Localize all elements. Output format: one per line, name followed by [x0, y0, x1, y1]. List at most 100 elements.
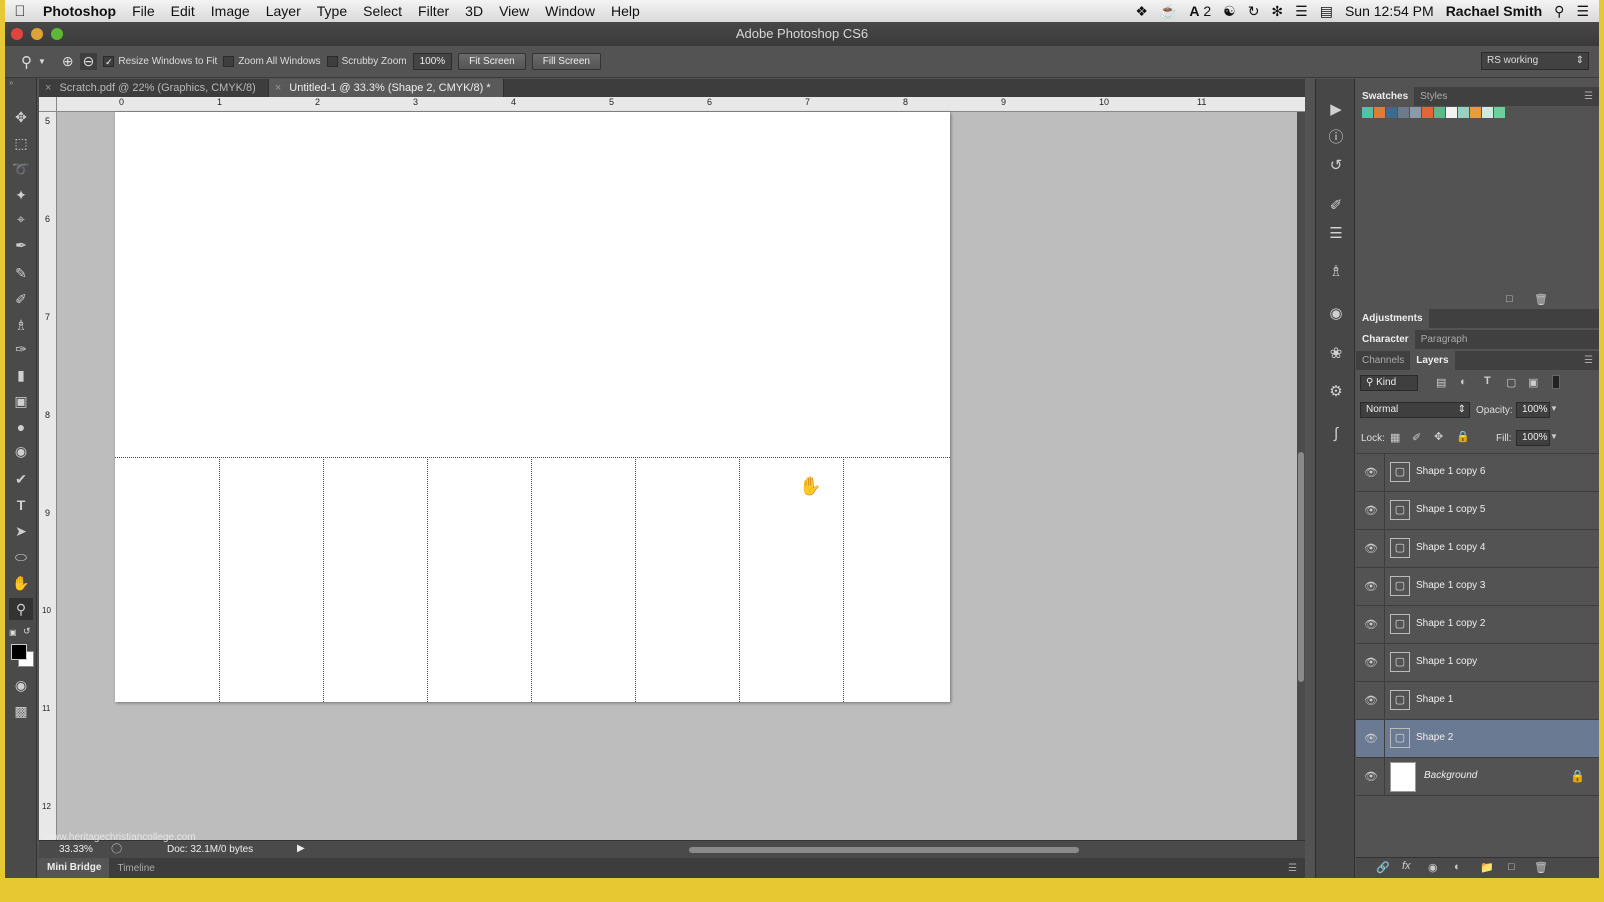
- dropbox-icon[interactable]: ❖: [1135, 3, 1148, 20]
- eyedropper-tool-icon[interactable]: ✒: [9, 234, 33, 256]
- bluetooth-icon[interactable]: ✻: [1271, 3, 1283, 20]
- tab-swatches[interactable]: Swatches: [1356, 87, 1415, 106]
- tool-presets-icon[interactable]: ⚙: [1324, 381, 1348, 403]
- gradient-tool-icon[interactable]: ▣: [9, 390, 33, 412]
- tab-timeline[interactable]: Timeline: [109, 863, 162, 874]
- layer-row[interactable]: 👁 ▢ Shape 1: [1356, 682, 1599, 720]
- layer-name[interactable]: Shape 2: [1416, 732, 1453, 743]
- zoom-in-icon[interactable]: ⊕: [62, 53, 74, 70]
- panel-menu-icon[interactable]: ☰: [1280, 863, 1305, 874]
- layer-name[interactable]: Shape 1 copy: [1416, 656, 1477, 667]
- menu-type[interactable]: Type: [309, 3, 355, 19]
- new-layer-icon[interactable]: □: [1508, 861, 1515, 873]
- collapse-toolbar-icon[interactable]: »: [9, 78, 13, 87]
- layer-row[interactable]: 👁 ▢ Shape 1 copy 6: [1356, 454, 1599, 492]
- visibility-eye-icon[interactable]: 👁: [1364, 580, 1378, 593]
- visibility-eye-icon[interactable]: 👁: [1364, 542, 1378, 555]
- filter-shape-icon[interactable]: ▢: [1506, 376, 1516, 389]
- tab-layers[interactable]: Layers: [1410, 351, 1455, 370]
- screen-mode-icon[interactable]: ▩: [9, 700, 33, 722]
- ellipse-tool-icon[interactable]: ⬭: [9, 546, 33, 568]
- user-name[interactable]: Rachael Smith: [1446, 3, 1542, 19]
- wifi-icon[interactable]: ☰: [1295, 3, 1308, 20]
- color-swatch[interactable]: [1458, 107, 1469, 118]
- fill-screen-button[interactable]: Fill Screen: [531, 53, 601, 70]
- lock-position-icon[interactable]: ✥: [1434, 430, 1443, 443]
- dodge-tool-icon[interactable]: ◉: [9, 440, 33, 462]
- fill-slider-icon[interactable]: ▼: [1550, 432, 1558, 441]
- scrubby-zoom-checkbox[interactable]: Scrubby Zoom: [326, 56, 407, 67]
- layer-name[interactable]: Shape 1 copy 6: [1416, 466, 1486, 477]
- kuler-icon[interactable]: ◉: [1324, 303, 1348, 325]
- layer-name[interactable]: Shape 1: [1416, 694, 1453, 705]
- color-swatch[interactable]: [1470, 107, 1481, 118]
- menu-filter[interactable]: Filter: [410, 3, 457, 19]
- clock[interactable]: Sun 12:54 PM: [1345, 3, 1434, 19]
- default-colors-icon[interactable]: ▣: [9, 628, 17, 637]
- vertical-scroll-thumb[interactable]: [1298, 452, 1304, 682]
- blur-tool-icon[interactable]: ●: [9, 416, 33, 438]
- adobe-status-icon[interactable]: A 2: [1189, 3, 1211, 19]
- magic-wand-tool-icon[interactable]: ✦: [9, 184, 33, 206]
- ruler-origin[interactable]: [39, 97, 57, 112]
- paths-icon[interactable]: ∫: [1324, 423, 1348, 445]
- layer-name[interactable]: Background: [1424, 770, 1477, 781]
- visibility-eye-icon[interactable]: 👁: [1364, 504, 1378, 517]
- layer-filter-kind-select[interactable]: ⚲ Kind: [1360, 375, 1418, 391]
- lasso-tool-icon[interactable]: ➰: [9, 158, 33, 180]
- clone-source-icon[interactable]: ♗: [1324, 261, 1348, 283]
- visibility-eye-icon[interactable]: 👁: [1364, 694, 1378, 707]
- layer-name[interactable]: Shape 1 copy 3: [1416, 580, 1486, 591]
- hand-tool-icon[interactable]: ✋: [9, 572, 33, 594]
- zoom-level-readout[interactable]: 33.33%: [59, 844, 93, 855]
- menu-3d[interactable]: 3D: [457, 3, 491, 19]
- fill-field[interactable]: 100%: [1516, 430, 1550, 446]
- color-swatch[interactable]: [1494, 107, 1505, 118]
- tab-character[interactable]: Character: [1356, 330, 1415, 349]
- zoom-tool-icon[interactable]: ⚲: [9, 598, 33, 620]
- apple-icon[interactable]: : [5, 3, 35, 20]
- menu-window[interactable]: Window: [537, 3, 603, 19]
- workspace-switcher[interactable]: RS working ⇕: [1481, 52, 1589, 70]
- move-tool-icon[interactable]: ✥: [9, 106, 33, 128]
- tab-scratch-pdf[interactable]: × Scratch.pdf @ 22% (Graphics, CMYK/8): [39, 79, 269, 97]
- visibility-eye-icon[interactable]: 👁: [1364, 466, 1378, 479]
- visibility-eye-icon[interactable]: 👁: [1364, 656, 1378, 669]
- color-swatch[interactable]: [1446, 107, 1457, 118]
- menu-select[interactable]: Select: [355, 3, 410, 19]
- layer-row[interactable]: 👁 ▢ Shape 1 copy: [1356, 644, 1599, 682]
- vertical-ruler[interactable]: 5 6 7 8 9 10 11 12: [39, 112, 57, 840]
- menu-view[interactable]: View: [491, 3, 537, 19]
- color-swatch[interactable]: [1386, 107, 1397, 118]
- tab-paragraph[interactable]: Paragraph: [1415, 330, 1474, 349]
- filter-pixel-icon[interactable]: ▤: [1436, 376, 1446, 389]
- foreground-color-swatch[interactable]: [11, 644, 27, 660]
- horizontal-ruler[interactable]: 0 1 2 3 4 5 6 7 8 9 10 11: [57, 97, 1305, 112]
- path-selection-tool-icon[interactable]: ➤: [9, 520, 33, 542]
- layer-row[interactable]: 👁 ▢ Shape 1 copy 2: [1356, 606, 1599, 644]
- crop-tool-icon[interactable]: ⌖: [9, 208, 33, 230]
- brush-tool-icon[interactable]: ✐: [9, 288, 33, 310]
- tab-untitled-1[interactable]: × Untitled-1 @ 33.3% (Shape 2, CMYK/8) *: [268, 79, 504, 97]
- filter-adjustment-icon[interactable]: ◐: [1460, 376, 1467, 388]
- layer-style-icon[interactable]: fx: [1402, 860, 1411, 872]
- brush-settings-icon[interactable]: ☰: [1324, 223, 1348, 245]
- calendar-icon[interactable]: ▤: [1320, 3, 1333, 20]
- fit-screen-button[interactable]: Fit Screen: [458, 53, 526, 70]
- layer-row[interactable]: 👁 ▢ Shape 1 copy 5: [1356, 492, 1599, 530]
- color-panel-icon[interactable]: ❀: [1324, 343, 1348, 365]
- panel-menu-icon[interactable]: ☰: [1578, 87, 1599, 106]
- layer-row[interactable]: 👁 ▢ Shape 1 copy 4: [1356, 530, 1599, 568]
- opacity-slider-icon[interactable]: ▼: [1550, 404, 1558, 413]
- minimize-window-icon[interactable]: [31, 28, 43, 40]
- status-info-icon[interactable]: ◯: [111, 843, 122, 854]
- vertical-scrollbar[interactable]: [1297, 112, 1305, 840]
- menu-file[interactable]: File: [124, 3, 163, 19]
- color-swatch[interactable]: [1398, 107, 1409, 118]
- filter-type-icon[interactable]: T: [1484, 375, 1491, 387]
- color-swatch[interactable]: [1362, 107, 1373, 118]
- visibility-eye-icon[interactable]: 👁: [1364, 770, 1378, 783]
- info-icon[interactable]: ⓘ: [1324, 127, 1348, 149]
- accessibility-icon[interactable]: ☯: [1223, 3, 1236, 20]
- new-adjustment-icon[interactable]: ◐: [1454, 861, 1461, 873]
